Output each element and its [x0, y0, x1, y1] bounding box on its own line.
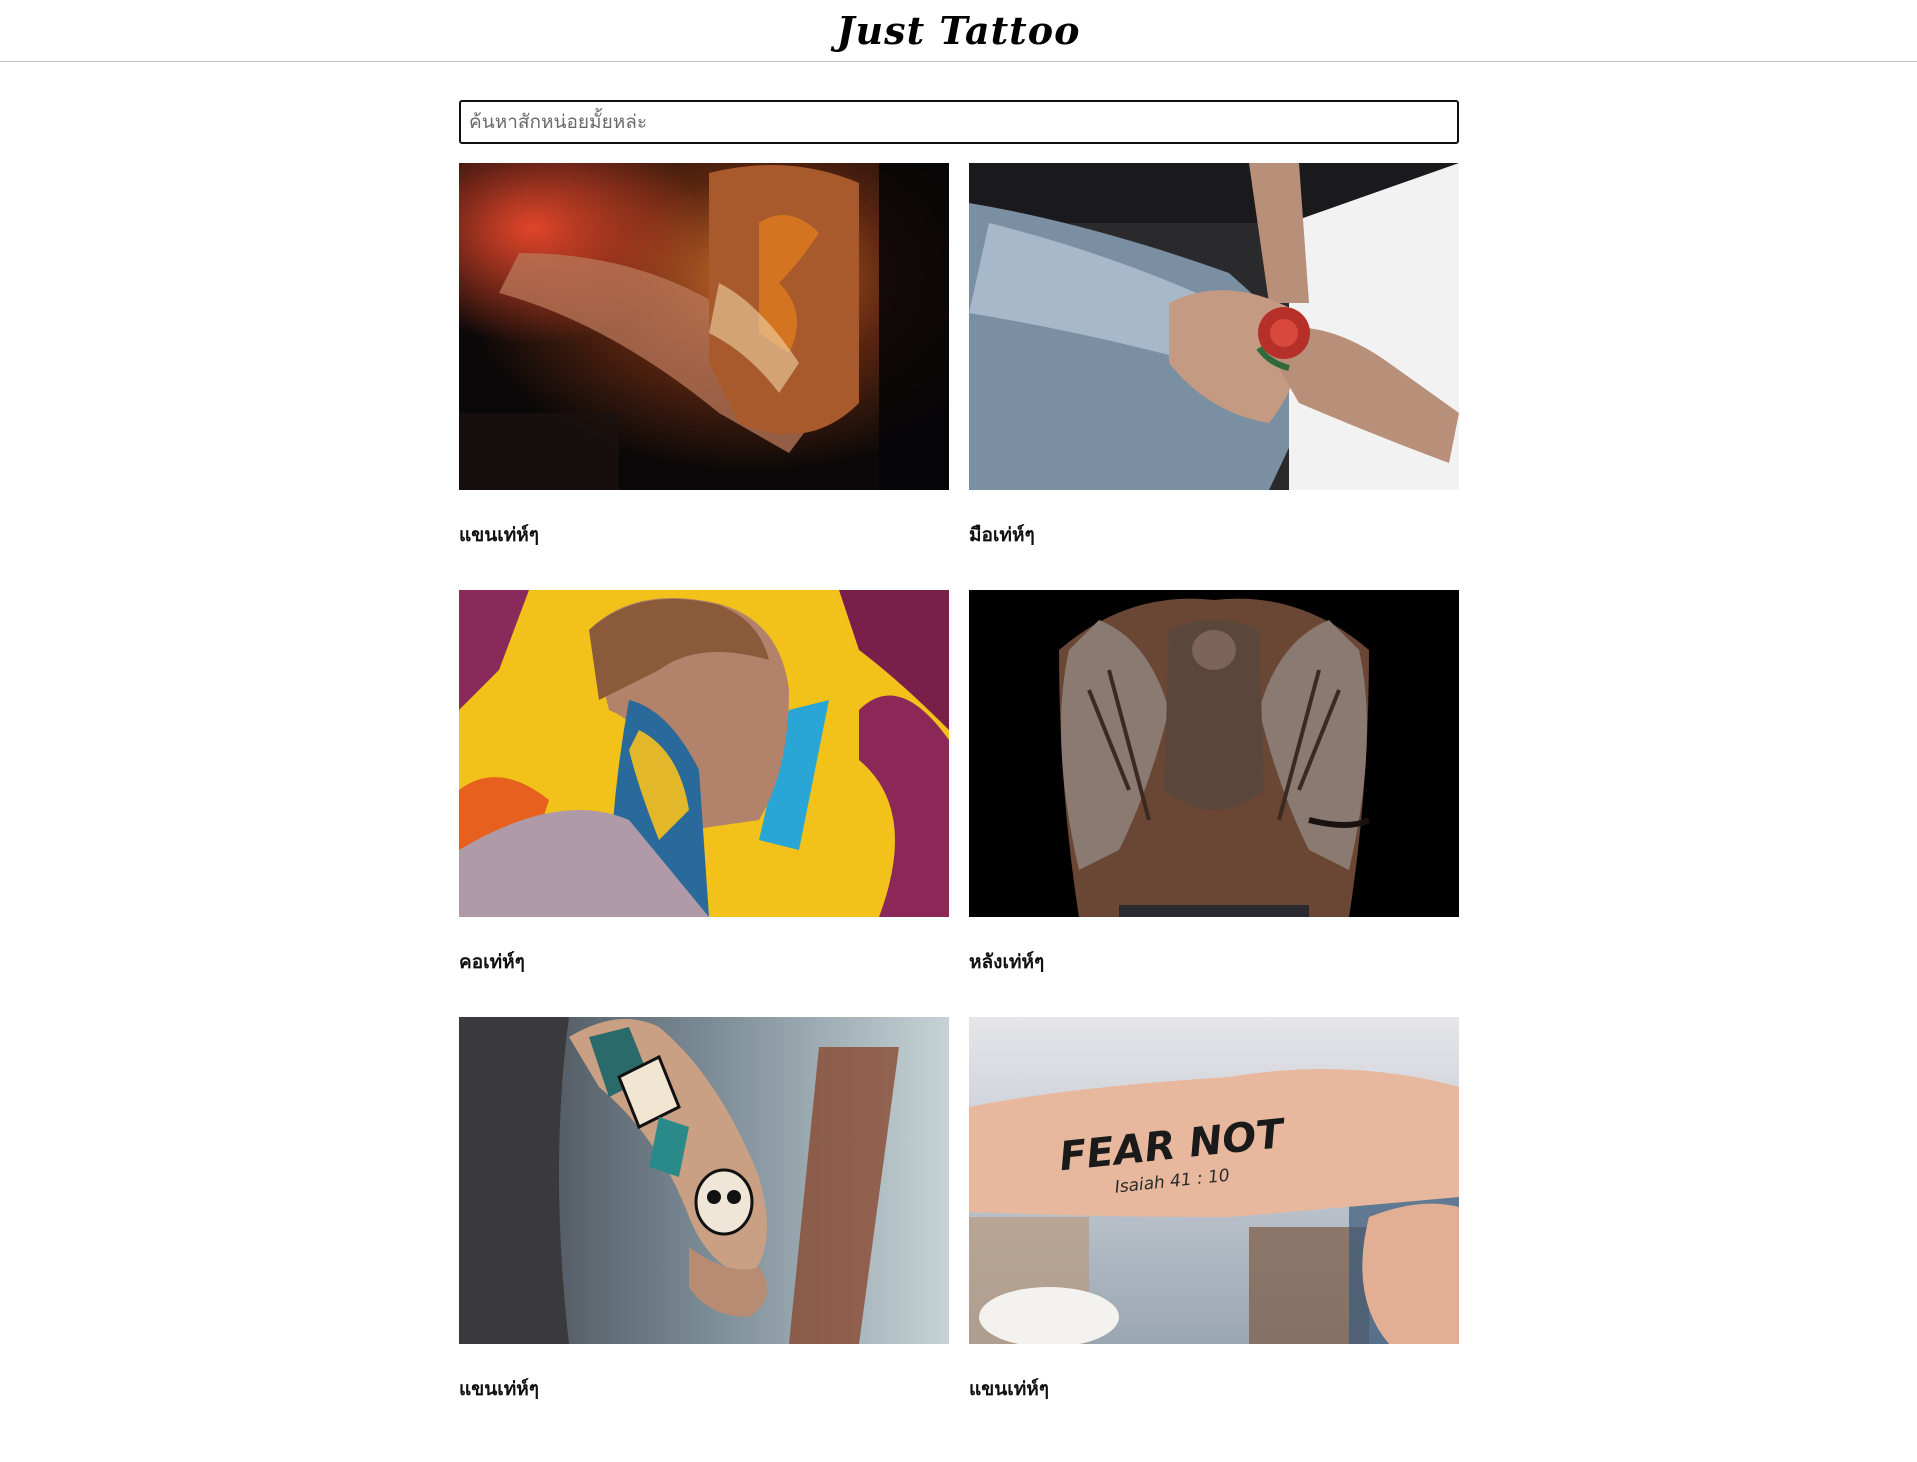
card-caption: หลังเท่ห์ๆ — [969, 951, 1045, 973]
card-caption: แขนเท่ห์ๆ — [969, 1378, 1049, 1400]
site-header: Just Tattoo — [0, 0, 1917, 62]
site-logo[interactable]: Just Tattoo — [837, 11, 1081, 50]
tattoo-gallery: แขนเท่ห์ๆ มือเท่ห์ๆ คอเท่ห์ๆ หลังเท่ห์ๆ … — [459, 163, 1459, 1444]
forearm-skull-tattoo-photo[interactable] — [459, 1017, 949, 1344]
arm-sleeve-tattoo-photo[interactable] — [459, 163, 949, 490]
gallery-card[interactable]: มือเท่ห์ๆ — [969, 163, 1459, 590]
gallery-card[interactable]: แขนเท่ห์ๆ — [459, 1017, 949, 1444]
back-angel-wings-tattoo-photo[interactable] — [969, 590, 1459, 917]
gallery-card[interactable]: คอเท่ห์ๆ — [459, 590, 949, 1017]
neck-tattoo-man-graffiti-photo[interactable] — [459, 590, 949, 917]
search-input[interactable] — [459, 100, 1459, 144]
card-caption: คอเท่ห์ๆ — [459, 951, 525, 973]
card-caption: แขนเท่ห์ๆ — [459, 1378, 539, 1400]
main-content: แขนเท่ห์ๆ มือเท่ห์ๆ — [459, 100, 1459, 1444]
card-caption: มือเท่ห์ๆ — [969, 524, 1035, 546]
gallery-card[interactable]: FEAR NOT Isaiah 41 : 10 แขนเท่ห์ๆ — [969, 1017, 1459, 1444]
forearm-fear-not-tattoo-photo[interactable]: FEAR NOT Isaiah 41 : 10 — [969, 1017, 1459, 1344]
gallery-card[interactable]: หลังเท่ห์ๆ — [969, 590, 1459, 1017]
card-caption: แขนเท่ห์ๆ — [459, 524, 539, 546]
hand-rose-tattoo-photo[interactable] — [969, 163, 1459, 490]
gallery-card[interactable]: แขนเท่ห์ๆ — [459, 163, 949, 590]
